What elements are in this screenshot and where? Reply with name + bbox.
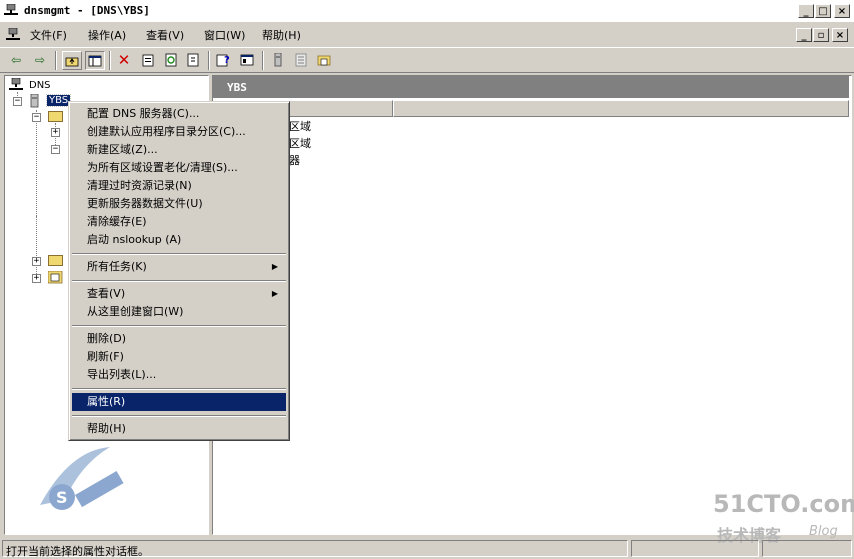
result-pane-title: YBS bbox=[227, 81, 247, 94]
collapse-server-icon[interactable]: − bbox=[13, 97, 22, 106]
menu-scavenge-stale-records[interactable]: 清理过时资源记录(N) bbox=[72, 177, 286, 195]
child-close-button[interactable]: × bbox=[832, 28, 848, 42]
export-list-icon[interactable] bbox=[183, 51, 203, 70]
expand-zone-icon[interactable]: + bbox=[51, 128, 60, 137]
toolbar-separator bbox=[208, 51, 210, 70]
forward-zones-folder-icon bbox=[48, 111, 63, 122]
menu-all-tasks-label: 所有任务(K) bbox=[87, 260, 147, 273]
menu-refresh[interactable]: 刷新(F) bbox=[72, 348, 286, 366]
column-header-type[interactable] bbox=[393, 100, 849, 117]
menu-separator bbox=[72, 325, 286, 327]
server-node-icon bbox=[29, 93, 41, 108]
result-pane[interactable]: YBS 区域 区域 器 51CTO.com 技术博客 Blog bbox=[212, 75, 854, 545]
collapse-forward-zones-icon[interactable]: − bbox=[32, 113, 41, 122]
menu-set-aging-scavenging[interactable]: 为所有区域设置老化/清理(S)... bbox=[72, 159, 286, 177]
back-icon[interactable]: ⇦ bbox=[6, 51, 26, 70]
context-menu: 配置 DNS 服务器(C)... 创建默认应用程序目录分区(C)... 新建区域… bbox=[68, 101, 290, 441]
collapse-zone-icon[interactable]: − bbox=[51, 145, 60, 154]
app-icon bbox=[4, 3, 18, 17]
menu-delete[interactable]: 删除(D) bbox=[72, 330, 286, 348]
menu-update-server-data-files[interactable]: 更新服务器数据文件(U) bbox=[72, 195, 286, 213]
menu-configure-dns-server[interactable]: 配置 DNS 服务器(C)... bbox=[72, 105, 286, 123]
console-window-icon[interactable] bbox=[237, 51, 257, 70]
status-text-panel: 打开当前选择的属性对话框。 bbox=[2, 540, 628, 558]
menu-help[interactable]: 帮助(H) bbox=[262, 27, 301, 43]
forward-icon[interactable]: ⇨ bbox=[30, 51, 50, 70]
menu-new-zone[interactable]: 新建区域(Z)... bbox=[72, 141, 286, 159]
up-folder-icon[interactable] bbox=[62, 51, 82, 70]
menu-launch-nslookup[interactable]: 启动 nslookup (A) bbox=[72, 231, 286, 249]
close-button[interactable]: × bbox=[834, 4, 850, 18]
menu-view[interactable]: 查看(V) bbox=[146, 27, 184, 43]
document-icon[interactable] bbox=[291, 51, 311, 70]
zone-icon[interactable] bbox=[314, 51, 334, 70]
tree-server-label[interactable]: YBS bbox=[45, 94, 72, 107]
menu-separator bbox=[72, 280, 286, 282]
maximize-button[interactable]: □ bbox=[815, 4, 831, 18]
result-pane-header: YBS bbox=[213, 76, 849, 98]
toolbar-separator bbox=[109, 51, 111, 70]
svg-text:S: S bbox=[56, 488, 68, 507]
expand-reverse-zones-icon[interactable]: + bbox=[32, 257, 41, 266]
status-bar: 打开当前选择的属性对话框。 bbox=[0, 538, 854, 559]
list-item[interactable]: 区域 bbox=[289, 118, 311, 134]
window-title: dnsmgmt - [DNS\YBS] bbox=[24, 4, 150, 17]
help-icon[interactable]: ? bbox=[214, 51, 234, 70]
properties-icon[interactable] bbox=[138, 51, 158, 70]
menu-window[interactable]: 窗口(W) bbox=[204, 27, 245, 43]
refresh-icon[interactable] bbox=[161, 51, 181, 70]
submenu-arrow-icon: ▶ bbox=[271, 289, 278, 298]
menu-new-window-from-here[interactable]: 从这里创建窗口(W) bbox=[72, 303, 286, 321]
event-viewer-icon bbox=[47, 270, 63, 284]
toolbar-separator bbox=[262, 51, 264, 70]
menu-separator bbox=[72, 253, 286, 255]
delete-icon[interactable]: ✕ bbox=[114, 51, 134, 70]
tree-root-label[interactable]: DNS bbox=[29, 80, 51, 91]
child-minimize-button[interactable]: _ bbox=[796, 28, 812, 42]
watermark-site: 51CTO.com bbox=[713, 490, 854, 518]
reverse-zones-folder-icon bbox=[48, 255, 63, 266]
menu-bar: 文件(F) 操作(A) 查看(V) 窗口(W) 帮助(H) _ ▫ × bbox=[0, 24, 854, 46]
server-icon[interactable] bbox=[268, 51, 288, 70]
show-hide-tree-icon[interactable] bbox=[85, 51, 105, 70]
menu-properties[interactable]: 属性(R) bbox=[72, 393, 286, 411]
menu-export-list[interactable]: 导出列表(L)... bbox=[72, 366, 286, 384]
watermark-blog: Blog bbox=[809, 524, 838, 539]
svg-text:?: ? bbox=[224, 55, 230, 66]
toolbar: ⇦ ⇨ ✕ ? bbox=[0, 47, 854, 73]
menu-help[interactable]: 帮助(H) bbox=[72, 420, 286, 438]
toolbar-separator bbox=[55, 51, 57, 70]
list-item[interactable]: 区域 bbox=[289, 135, 311, 151]
menu-view[interactable]: 查看(V) ▶ bbox=[72, 285, 286, 303]
watermark-logo-icon: S bbox=[30, 445, 130, 535]
menu-clear-cache[interactable]: 清除缓存(E) bbox=[72, 213, 286, 231]
list-item[interactable]: 器 bbox=[289, 152, 300, 168]
expand-event-viewer-icon[interactable]: + bbox=[32, 274, 41, 283]
mmc-icon bbox=[6, 27, 20, 42]
minimize-button[interactable]: _ bbox=[798, 4, 814, 18]
submenu-arrow-icon: ▶ bbox=[271, 262, 278, 271]
menu-separator bbox=[72, 388, 286, 390]
menu-create-default-app-partitions[interactable]: 创建默认应用程序目录分区(C)... bbox=[72, 123, 286, 141]
status-panel-2 bbox=[631, 540, 759, 557]
title-bar: dnsmgmt - [DNS\YBS] _ □ × bbox=[0, 0, 854, 22]
child-restore-button[interactable]: ▫ bbox=[813, 28, 829, 42]
dns-root-icon bbox=[9, 77, 23, 92]
menu-file[interactable]: 文件(F) bbox=[30, 27, 67, 43]
status-text: 打开当前选择的属性对话框。 bbox=[6, 545, 149, 558]
menu-separator bbox=[72, 415, 286, 417]
menu-all-tasks[interactable]: 所有任务(K) ▶ bbox=[72, 258, 286, 276]
status-panel-3 bbox=[762, 540, 852, 557]
menu-action[interactable]: 操作(A) bbox=[88, 27, 126, 43]
menu-view-label: 查看(V) bbox=[87, 287, 126, 300]
tree-line bbox=[36, 216, 37, 256]
